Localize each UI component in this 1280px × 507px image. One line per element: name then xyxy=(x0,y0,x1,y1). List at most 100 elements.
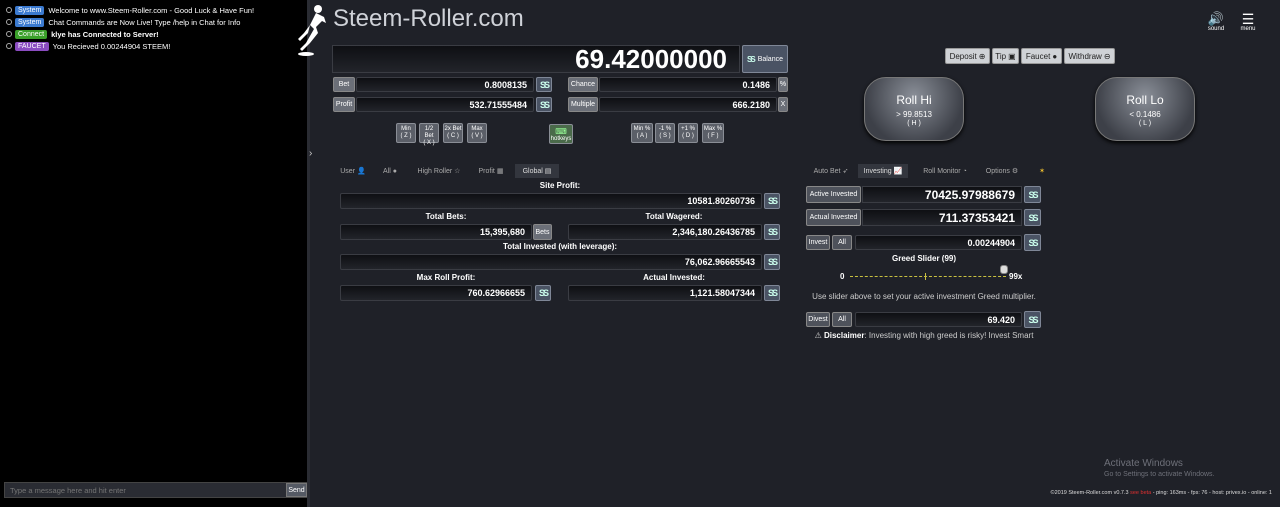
tip-button[interactable]: Tip ▣ xyxy=(992,48,1019,64)
roll-lo-button[interactable]: Roll Lo < 0.1486 ( L ) xyxy=(1095,77,1195,141)
roll-hi-button[interactable]: Roll Hi > 99.8513 ( H ) xyxy=(864,77,964,141)
chat-tag: System xyxy=(15,5,45,15)
tab-roll-monitor[interactable]: Roll Monitor ◔ xyxy=(918,164,972,178)
hotkey-label: ( C ) xyxy=(447,133,459,139)
withdraw-label: Withdraw xyxy=(1068,51,1102,61)
greed-slider-track[interactable] xyxy=(850,276,1006,277)
profit-input[interactable]: 532.71555484 xyxy=(356,97,534,112)
total-wagered-label: Total Wagered: xyxy=(645,212,703,221)
footer-status: ©2019 Steem-Roller.com v0.7.3 see beta -… xyxy=(1051,490,1272,496)
min-chance-button[interactable]: Min %( A ) xyxy=(631,123,653,143)
rocket-icon: ➶ xyxy=(842,168,849,175)
sound-button[interactable]: 🔊 sound xyxy=(1204,11,1228,33)
roll-lo-target: < 0.1486 xyxy=(1129,110,1161,119)
steem-icon: SS xyxy=(764,224,780,240)
chance-input[interactable]: 0.1486 xyxy=(599,77,777,92)
gear-icon: ⚙ xyxy=(1011,168,1019,175)
radio-icon xyxy=(6,43,12,49)
send-button[interactable]: Send xyxy=(286,483,307,497)
steem-icon: SS xyxy=(747,54,756,64)
multiple-label: Multiple xyxy=(568,97,598,112)
actual-invested-label: Actual Invested: xyxy=(643,273,705,282)
multiple-input[interactable]: 666.2180 xyxy=(599,97,777,112)
bet-label: Bet xyxy=(333,77,355,92)
steem-icon: SS xyxy=(1024,209,1041,226)
chevron-right-icon[interactable]: › xyxy=(309,148,312,159)
balance-button[interactable]: SS Balance xyxy=(742,45,788,73)
beta-link[interactable]: see beta xyxy=(1130,490,1151,496)
greed-slider-label: Greed Slider (99) xyxy=(891,254,957,263)
plus-circle-icon: ⊕ xyxy=(978,51,986,61)
divest-button[interactable]: Divest xyxy=(806,312,830,327)
tab-auto-bet[interactable]: Auto Bet ➶ xyxy=(808,164,854,178)
star-icon[interactable]: ✶ xyxy=(1036,164,1048,178)
deposit-button[interactable]: Deposit ⊕ xyxy=(945,48,990,64)
faucet-button[interactable]: Faucet ● xyxy=(1021,48,1062,64)
actual-invested-value: 711.37353421 xyxy=(862,209,1022,226)
tab-all[interactable]: All ● xyxy=(376,164,404,178)
logo-text[interactable]: Steem-Roller.com xyxy=(333,5,524,33)
divest-all-button[interactable]: All xyxy=(832,312,852,327)
max-roll-profit-value: 760.62966655 xyxy=(340,285,532,301)
greed-slider-thumb[interactable] xyxy=(1000,265,1009,274)
activate-windows-title: Activate Windows xyxy=(1104,458,1183,469)
chat-input[interactable] xyxy=(6,483,282,497)
bar-chart-icon: ▤ xyxy=(544,168,552,175)
hotkeys-button[interactable]: ⌨ hotkeys xyxy=(549,124,573,144)
hotkey-label: ( S ) xyxy=(659,133,671,139)
tab-global[interactable]: Global ▤ xyxy=(515,164,559,178)
max-chance-button[interactable]: Max %( F ) xyxy=(702,123,724,143)
invest-button[interactable]: Invest xyxy=(806,235,830,250)
divest-amount-input[interactable]: 69.420 xyxy=(855,312,1022,327)
total-bets-label: Total Bets: xyxy=(425,212,467,221)
max-bet-button[interactable]: Max( V ) xyxy=(467,123,487,143)
site-profit-label: Site Profit: xyxy=(539,181,581,190)
invest-all-button[interactable]: All xyxy=(832,235,852,250)
bet-input[interactable]: 0.8008135 xyxy=(356,77,534,92)
half-bet-button[interactable]: 1/2 Bet( X ) xyxy=(419,123,439,146)
roll-hi-target: > 99.8513 xyxy=(896,110,932,119)
minus-chance-button[interactable]: -1 %( S ) xyxy=(655,123,675,143)
roll-hi-title: Roll Hi xyxy=(896,93,932,107)
invest-amount-input[interactable]: 0.00244904 xyxy=(855,235,1022,250)
menu-button[interactable]: ☰ menu xyxy=(1237,12,1259,32)
tab-user[interactable]: User 👤 xyxy=(336,164,370,178)
steem-icon: SS xyxy=(539,99,550,110)
tab-label: User xyxy=(340,167,356,175)
tab-profit[interactable]: Profit ▦ xyxy=(472,164,510,178)
tab-label: Investing xyxy=(863,167,892,175)
button-label: 1/2 Bet xyxy=(424,126,434,139)
footer-stats: - ping: 163ms - fps: 76 - host: privex.i… xyxy=(1152,490,1272,496)
button-label: Min xyxy=(401,126,411,132)
warning-icon: ⚠ xyxy=(814,331,822,340)
chat-text: You Recieved 0.00244904 STEEM! xyxy=(52,41,171,51)
tab-options[interactable]: Options ⚙ xyxy=(982,164,1022,178)
deposit-label: Deposit xyxy=(949,51,977,61)
button-label: +1 % xyxy=(681,126,695,132)
tab-high-roller[interactable]: High Roller ☆ xyxy=(412,164,466,178)
button-label: -1 % xyxy=(658,126,672,132)
actual-invested-label: Actual Invested xyxy=(806,209,861,226)
plus-chance-button[interactable]: +1 %( D ) xyxy=(678,123,698,143)
site-profit-value: 10581.80260736 xyxy=(340,193,762,209)
balance-display: 69.42000000 xyxy=(332,44,740,74)
tab-investing[interactable]: Investing 📈 xyxy=(858,164,908,178)
hotkey-label: ( A ) xyxy=(636,133,648,139)
chart-icon: ▦ xyxy=(496,168,504,175)
drop-icon: ● xyxy=(1052,51,1058,61)
greed-help-text: Use slider above to set your active inve… xyxy=(812,292,1036,301)
user-icon: 👤 xyxy=(357,168,366,175)
profit-steem-button[interactable]: SS xyxy=(536,97,552,112)
speaker-icon: 🔊 xyxy=(1207,11,1225,26)
chat-message: System Welcome to www.Steem-Roller.com - … xyxy=(6,5,307,15)
chat-message: Connect klye has Connected to Server! xyxy=(6,29,307,39)
hotkey-label: ( Z ) xyxy=(400,133,412,139)
min-bet-button[interactable]: Min( Z ) xyxy=(396,123,416,143)
menu-label: menu xyxy=(1240,26,1256,32)
tab-label: Options xyxy=(985,167,1010,175)
chat-panel: System Welcome to www.Steem-Roller.com - … xyxy=(0,0,310,507)
bet-steem-button[interactable]: SS xyxy=(536,77,552,92)
minus-circle-icon: ⊖ xyxy=(1103,51,1111,61)
withdraw-button[interactable]: Withdraw ⊖ xyxy=(1064,48,1115,64)
double-bet-button[interactable]: 2x Bet( C ) xyxy=(443,123,463,143)
